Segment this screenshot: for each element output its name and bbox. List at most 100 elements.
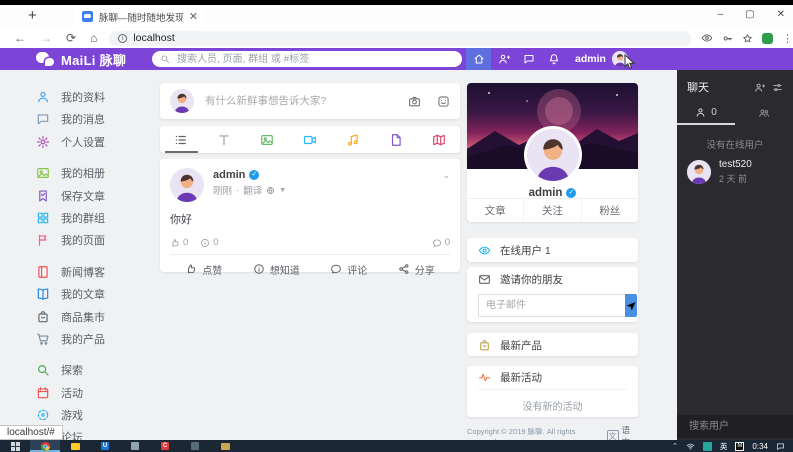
sidebar-item-events[interactable]: 活动 (36, 384, 105, 402)
sidebar-item-messages[interactable]: 我的消息 (36, 110, 105, 128)
network-icon[interactable] (686, 442, 695, 451)
chat-tab-contacts[interactable]: 0 (677, 101, 735, 125)
extension-icon[interactable] (762, 33, 773, 44)
feed-tab-feed[interactable] (160, 126, 203, 153)
send-invite-button[interactable] (625, 294, 637, 317)
header-user-menu[interactable]: admin (575, 48, 628, 70)
taskbar-app-app-u[interactable]: U (90, 440, 120, 452)
profile-tab-articles[interactable]: 文章 (467, 199, 523, 222)
post-options-icon[interactable]: ⌄ (442, 168, 450, 181)
chat-tab-groups[interactable] (735, 101, 793, 125)
post-action-wonder[interactable]: 想知道 (253, 262, 300, 277)
window-maximize-button[interactable]: ▢ (745, 8, 754, 22)
ime-mode-badge[interactable]: M (735, 442, 744, 451)
feed-tab-text[interactable] (203, 126, 246, 153)
sidebar-item-blog[interactable]: 新闻博客 (36, 263, 105, 281)
tab-close-icon[interactable]: ✕ (189, 10, 198, 23)
nav-person-add-icon[interactable] (491, 48, 516, 70)
feed-tab-music[interactable] (331, 126, 374, 153)
nav-home-icon[interactable] (466, 48, 491, 70)
url-field[interactable]: i localhost (109, 31, 691, 46)
post-action-comment[interactable]: 评论 (330, 262, 367, 277)
browser-menu-icon[interactable]: ⋮ (782, 32, 793, 45)
forward-icon[interactable]: → (40, 31, 52, 45)
post-time[interactable]: 刚刚 (213, 183, 232, 197)
post-translate[interactable]: 翻译 (243, 183, 262, 197)
home-browser-icon[interactable]: ⌂ (90, 31, 97, 45)
feed-tab-map[interactable] (417, 126, 460, 153)
post-composer[interactable] (160, 83, 460, 119)
chat-user-item[interactable]: test5202 天 前 (677, 151, 793, 193)
action-label: 点赞 (202, 262, 222, 277)
post-action-like[interactable]: 点赞 (185, 262, 222, 277)
sidebar-item-settings[interactable]: 个人设置 (36, 133, 105, 151)
chat-settings-icon[interactable] (772, 82, 783, 93)
sidebar-item-albums[interactable]: 我的相册 (36, 164, 105, 182)
sidebar-item-games[interactable]: 游戏 (36, 406, 105, 424)
feed-tab-video[interactable] (289, 126, 332, 153)
taskbar-app-app-gray[interactable] (120, 440, 150, 452)
taskbar-app-windows-start[interactable] (0, 440, 30, 452)
site-info-icon[interactable]: i (118, 34, 127, 43)
back-icon[interactable]: ← (14, 31, 26, 45)
nav-bell-icon[interactable] (541, 48, 566, 70)
sidebar-item-label: 商品集市 (61, 309, 105, 325)
invite-widget: 邀请你的朋友 (467, 267, 638, 322)
brand[interactable]: MaiLi 脉聊 (36, 50, 126, 69)
wonder-count[interactable]: 0 (200, 237, 218, 248)
taskbar-app-app-dark[interactable] (180, 440, 210, 452)
latest-products-widget[interactable]: 最新产品 (467, 333, 638, 356)
activity-pulse-icon (478, 371, 491, 384)
composer-input[interactable] (203, 94, 399, 108)
sidebar-item-explore[interactable]: 探索 (36, 361, 105, 379)
header-search[interactable] (152, 51, 462, 67)
taskbar-app-chrome[interactable] (30, 440, 60, 452)
sidebar-item-groups[interactable]: 我的群组 (36, 209, 105, 227)
composer-avatar (170, 89, 194, 113)
eye-icon[interactable] (701, 32, 713, 44)
sidebar-item-articles[interactable]: 我的文章 (36, 285, 105, 303)
like-count[interactable]: 0 (170, 237, 188, 248)
invite-email-input[interactable] (478, 294, 625, 317)
sidebar-item-saved[interactable]: 保存文章 (36, 187, 105, 205)
nav-chat-icon[interactable] (516, 48, 541, 70)
clock[interactable]: 0:34 (752, 442, 768, 451)
window-close-button[interactable]: ✕ (777, 8, 785, 22)
sidebar-item-pages[interactable]: 我的页面 (36, 231, 105, 249)
taskbar-app-app-c[interactable]: C (150, 440, 180, 452)
browser-tab[interactable]: 脉聊—随时随地发现新鲜 ✕ (76, 6, 204, 27)
gear-icon (36, 135, 50, 149)
app-dark-icon (191, 442, 199, 450)
comment-count[interactable]: 0 (432, 237, 450, 248)
feed-tab-file[interactable] (374, 126, 417, 153)
action-center-icon[interactable] (776, 442, 785, 451)
post-author[interactable]: admin (213, 169, 245, 181)
window-minimize-button[interactable]: – (718, 8, 724, 22)
post-action-share[interactable]: 分享 (398, 262, 435, 277)
taskbar-app-file-explorer[interactable] (60, 440, 90, 452)
chat-person-add-icon[interactable] (754, 82, 765, 93)
tray-app-icon[interactable] (703, 442, 712, 451)
new-tab-button[interactable]: + (28, 7, 37, 24)
chat-search-bar[interactable] (677, 415, 793, 438)
camera-icon[interactable] (408, 95, 421, 108)
hidden-icons-chevron-icon[interactable]: ⌃ (672, 442, 678, 450)
sidebar-item-products[interactable]: 我的产品 (36, 330, 105, 348)
privacy-caret-icon[interactable]: ▼ (279, 187, 286, 194)
sticker-icon[interactable] (437, 95, 450, 108)
search-input[interactable] (175, 53, 454, 66)
post-avatar[interactable] (170, 168, 204, 202)
key-icon[interactable] (722, 33, 733, 44)
profile-tab-followers[interactable]: 粉丝 (581, 199, 638, 222)
profile-tab-following[interactable]: 关注 (523, 199, 580, 222)
online-users-widget[interactable]: 在线用户 1 (467, 238, 638, 262)
taskbar-app-folder-yellow[interactable] (210, 440, 240, 452)
sidebar-item-market[interactable]: 商品集市 (36, 308, 105, 326)
chat-search-input[interactable] (687, 420, 783, 433)
feed-tab-photo[interactable] (246, 126, 289, 153)
ime-indicator[interactable]: 英 (720, 441, 728, 452)
bookmark-star-icon[interactable] (742, 33, 753, 44)
profile-avatar[interactable] (527, 129, 579, 181)
reload-icon[interactable]: ⟳ (66, 31, 76, 45)
sidebar-item-profile[interactable]: 我的资料 (36, 88, 105, 106)
